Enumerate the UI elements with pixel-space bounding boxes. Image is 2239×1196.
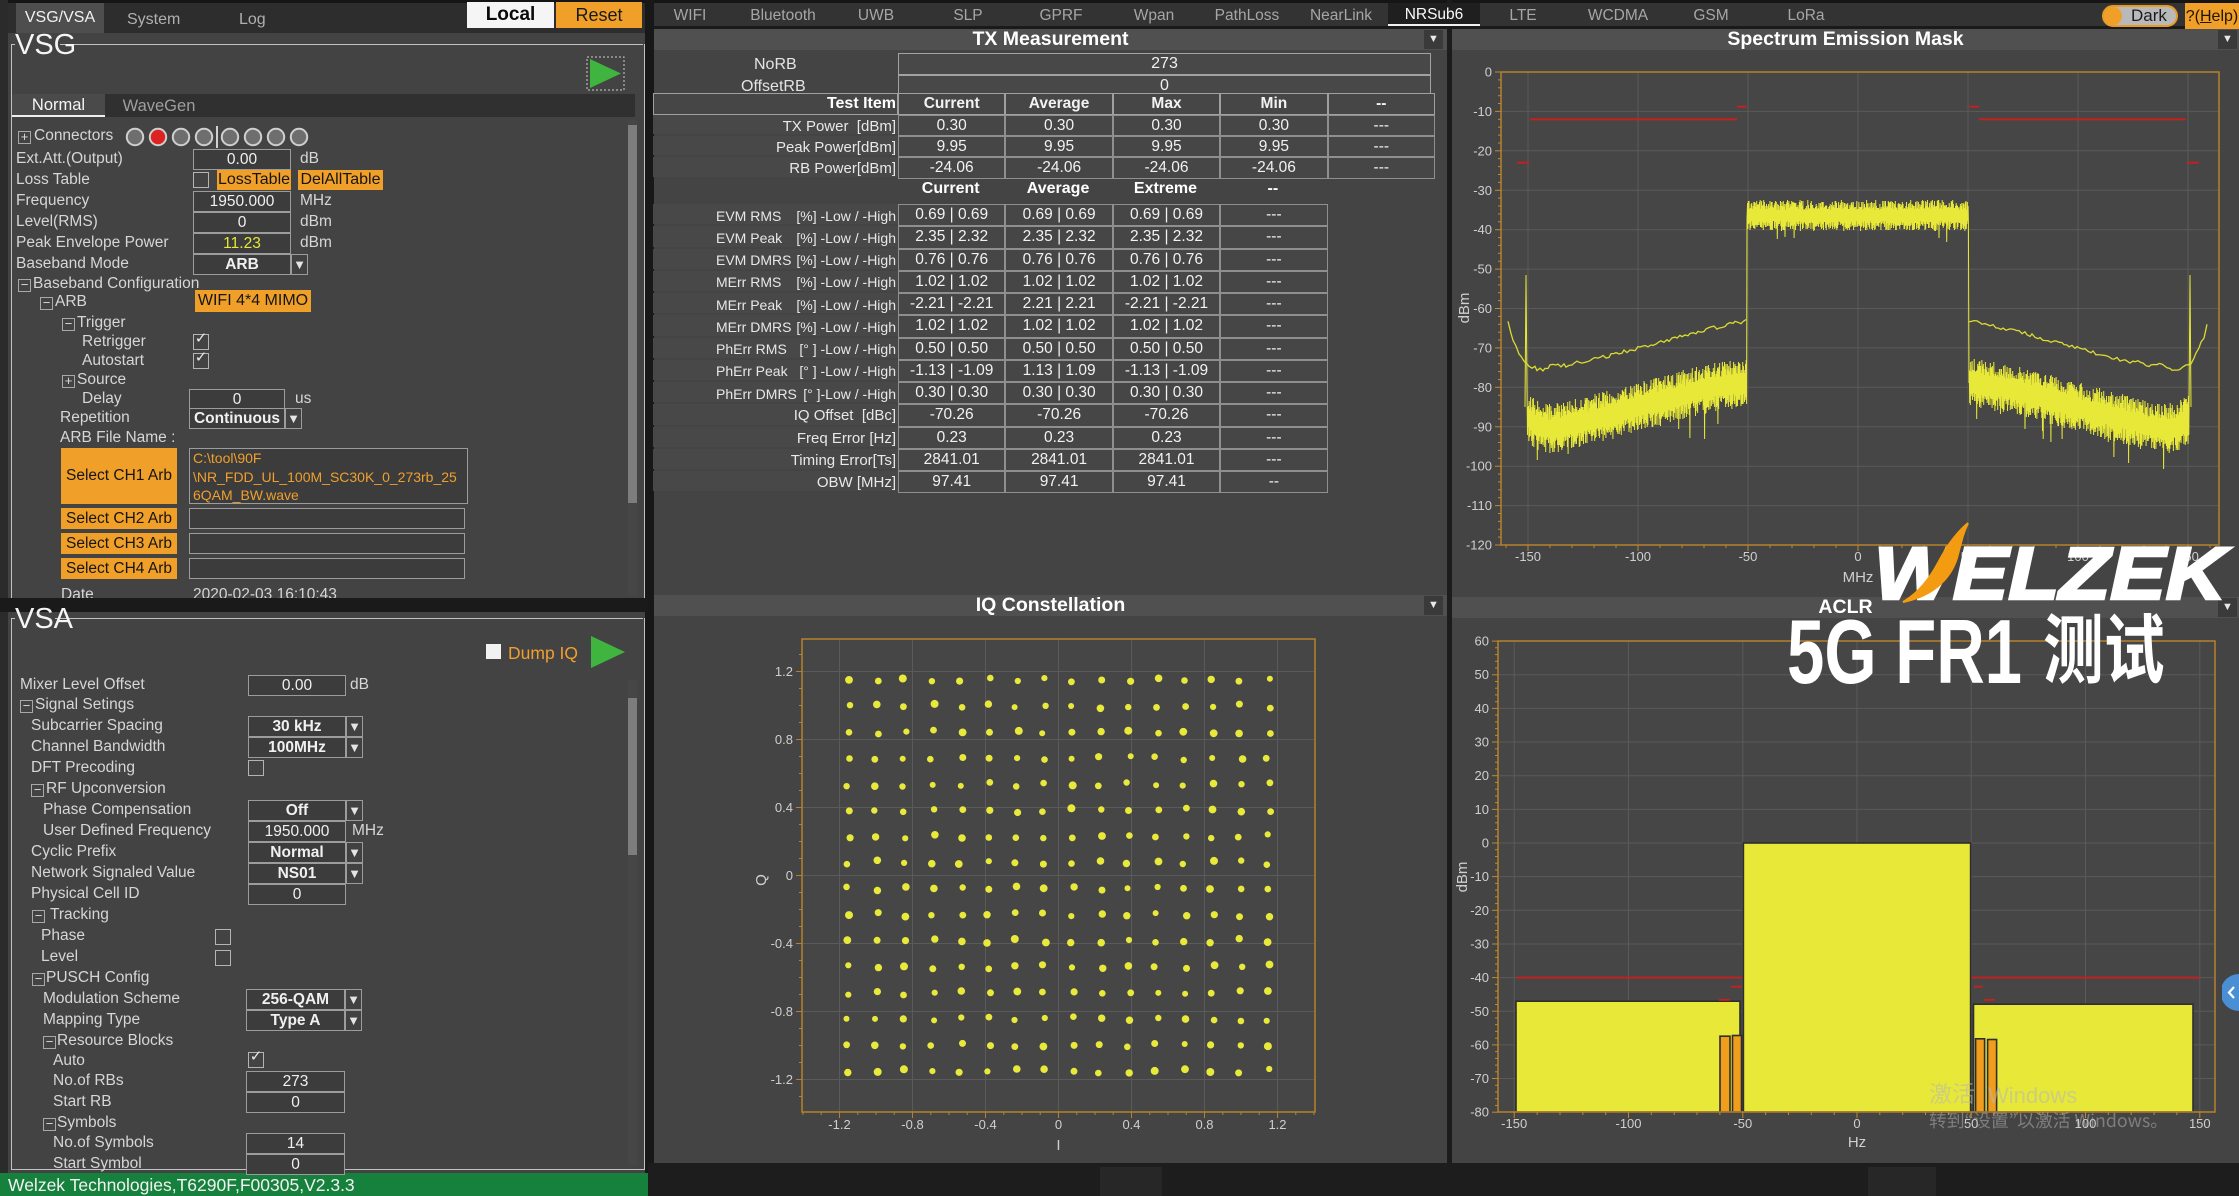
svg-text:-70: -70 — [1470, 1071, 1489, 1086]
svg-text:1.2: 1.2 — [1268, 1117, 1286, 1132]
svg-text:60: 60 — [1475, 634, 1489, 649]
svg-text:0.8: 0.8 — [1195, 1117, 1213, 1132]
svg-text:0: 0 — [786, 868, 793, 883]
svg-text:-60: -60 — [1470, 1037, 1489, 1052]
svg-text:-50: -50 — [1739, 549, 1758, 564]
svg-text:dBm: dBm — [1454, 862, 1471, 893]
svg-text:-100: -100 — [1625, 549, 1651, 564]
svg-text:-100: -100 — [1466, 459, 1492, 474]
svg-text:1.2: 1.2 — [775, 664, 793, 679]
svg-text:20: 20 — [1475, 768, 1489, 783]
svg-text:40: 40 — [1475, 701, 1489, 716]
svg-text:-150: -150 — [1515, 549, 1541, 564]
svg-text:I: I — [1056, 1137, 1060, 1154]
svg-text:30: 30 — [1475, 735, 1489, 750]
svg-text:-1.2: -1.2 — [771, 1072, 793, 1087]
svg-text:-100: -100 — [1615, 1116, 1641, 1131]
svg-text:-40: -40 — [1473, 222, 1492, 237]
svg-text:10: 10 — [1475, 802, 1489, 817]
svg-text:0.4: 0.4 — [1122, 1117, 1140, 1132]
svg-text:-110: -110 — [1467, 498, 1492, 513]
svg-text:-20: -20 — [1470, 903, 1489, 918]
svg-text:0: 0 — [1485, 65, 1492, 80]
svg-text:-10: -10 — [1470, 869, 1489, 884]
svg-text:5G FR1: 5G FR1 — [1787, 605, 2022, 700]
svg-text:-1.2: -1.2 — [828, 1117, 850, 1132]
svg-text:Hz: Hz — [1848, 1134, 1866, 1151]
svg-text:-0.8: -0.8 — [771, 1004, 793, 1019]
svg-text:-30: -30 — [1470, 937, 1489, 952]
svg-text:-80: -80 — [1470, 1105, 1489, 1120]
svg-text:-50: -50 — [1473, 262, 1492, 277]
svg-text:-0.4: -0.4 — [771, 936, 793, 951]
svg-text:Q: Q — [753, 874, 770, 886]
svg-text:0: 0 — [1853, 1116, 1860, 1131]
svg-text:-120: -120 — [1466, 538, 1492, 553]
svg-text:-70: -70 — [1473, 340, 1492, 355]
svg-text:-20: -20 — [1473, 143, 1492, 158]
svg-text:0.8: 0.8 — [775, 732, 793, 747]
svg-text:0: 0 — [1055, 1117, 1062, 1132]
svg-text:-30: -30 — [1473, 183, 1492, 198]
svg-text:-50: -50 — [1470, 1004, 1489, 1019]
svg-text:0: 0 — [1482, 836, 1489, 851]
svg-text:-50: -50 — [1733, 1116, 1752, 1131]
svg-text:-0.4: -0.4 — [974, 1117, 996, 1132]
svg-text:-90: -90 — [1473, 419, 1492, 434]
svg-text:-80: -80 — [1473, 380, 1492, 395]
svg-text:150: 150 — [2189, 1116, 2211, 1131]
svg-text:0.4: 0.4 — [775, 800, 793, 815]
svg-text:-150: -150 — [1501, 1116, 1527, 1131]
svg-text:-10: -10 — [1473, 104, 1492, 119]
svg-text:-0.8: -0.8 — [901, 1117, 923, 1132]
svg-text:dBm: dBm — [1456, 293, 1473, 324]
svg-text:WELZEK: WELZEK — [1874, 532, 2231, 610]
svg-text:-60: -60 — [1473, 301, 1492, 316]
svg-text:-40: -40 — [1470, 970, 1489, 985]
svg-text:50: 50 — [1475, 667, 1489, 682]
